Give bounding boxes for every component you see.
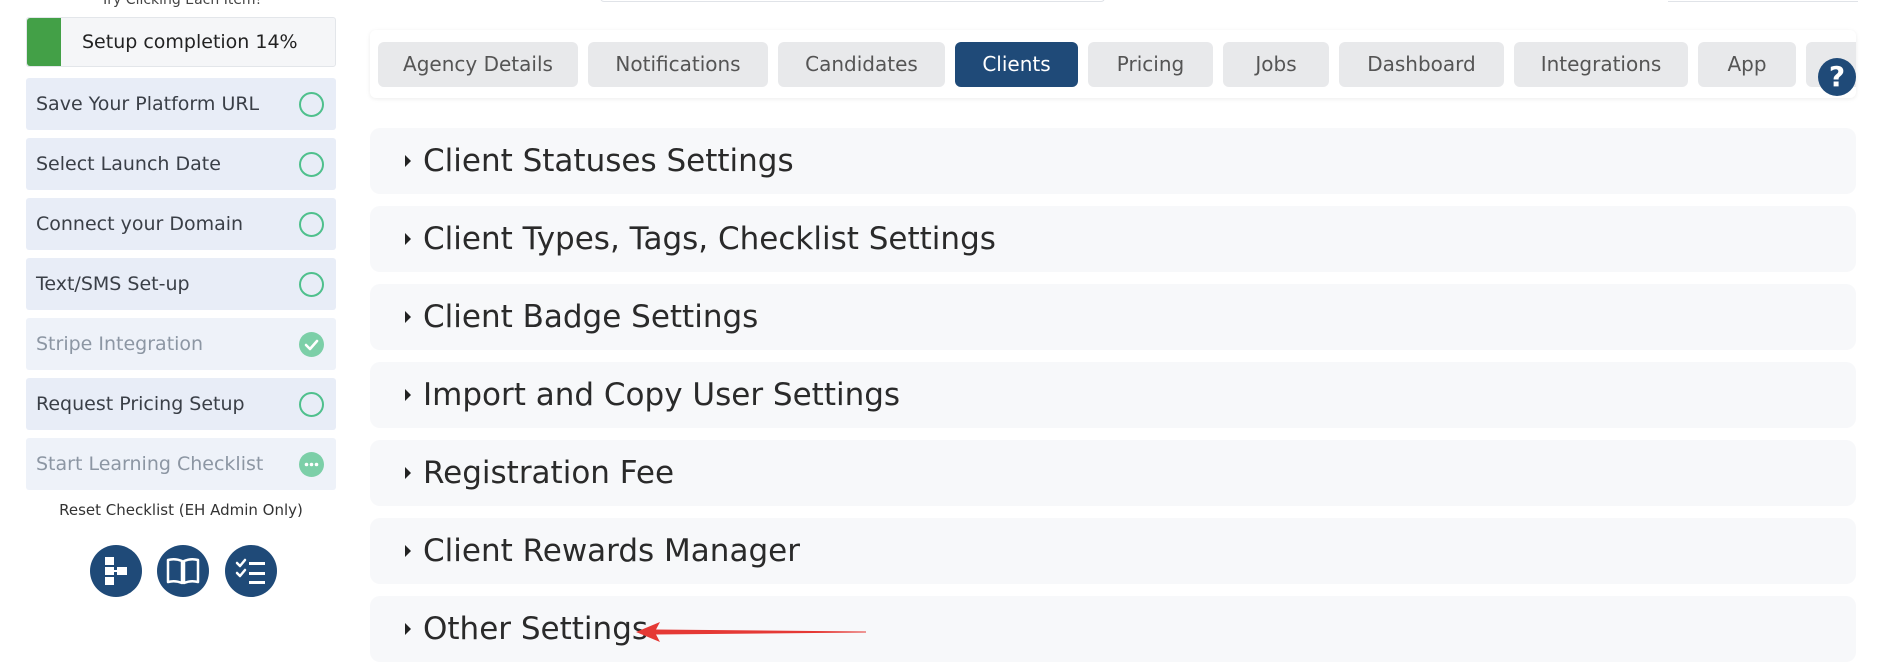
tab-notifications[interactable]: Notifications: [588, 42, 768, 87]
open-circle-icon: [299, 212, 324, 237]
sitemap-button[interactable]: [90, 545, 142, 597]
checklist-item-launch-date[interactable]: Select Launch Date: [26, 138, 336, 190]
checklist-item-platform-url[interactable]: Save Your Platform URL: [26, 78, 336, 130]
checklist-hint: Try Clicking Each Item!: [100, 0, 262, 8]
search-bar-edge: [600, 0, 1105, 2]
checklist-icon: [235, 558, 265, 584]
tab-integrations[interactable]: Integrations: [1514, 42, 1688, 87]
caret-right-icon: [405, 155, 411, 167]
caret-right-icon: [405, 233, 411, 245]
checklist-item-label: Text/SMS Set-up: [36, 273, 190, 295]
checklist-item-label: Connect your Domain: [36, 213, 244, 235]
checklist-button[interactable]: [225, 545, 277, 597]
settings-tab-bar: Agency Details Notifications Candidates …: [370, 30, 1856, 98]
check-circle-icon: [299, 332, 324, 357]
open-circle-icon: [299, 272, 324, 297]
learning-book-button[interactable]: [157, 545, 209, 597]
section-client-badge[interactable]: Client Badge Settings: [370, 284, 1856, 350]
checklist-item-label: Start Learning Checklist: [36, 453, 264, 475]
caret-right-icon: [405, 623, 411, 635]
tab-candidates[interactable]: Candidates: [778, 42, 945, 87]
tab-clients[interactable]: Clients: [955, 42, 1078, 87]
checklist-item-pricing[interactable]: Request Pricing Setup: [26, 378, 336, 430]
checklist-item-label: Select Launch Date: [36, 153, 221, 175]
tab-pricing[interactable]: Pricing: [1088, 42, 1213, 87]
checklist-item-sms[interactable]: Text/SMS Set-up: [26, 258, 336, 310]
section-import-copy[interactable]: Import and Copy User Settings: [370, 362, 1856, 428]
annotation-arrow-icon: [636, 622, 866, 642]
caret-right-icon: [405, 389, 411, 401]
section-title: Client Types, Tags, Checklist Settings: [423, 221, 996, 257]
reset-checklist-link[interactable]: Reset Checklist (EH Admin Only): [26, 501, 336, 519]
setup-progress-bar: Setup completion 14%: [26, 17, 336, 67]
tab-agency-details[interactable]: Agency Details: [378, 42, 578, 87]
checklist-item-stripe[interactable]: Stripe Integration: [26, 318, 336, 370]
section-other-settings[interactable]: Other Settings: [370, 596, 1856, 662]
checklist-item-label: Save Your Platform URL: [36, 93, 260, 115]
section-title: Other Settings: [423, 611, 649, 647]
section-client-types-tags[interactable]: Client Types, Tags, Checklist Settings: [370, 206, 1856, 272]
checklist-item-domain[interactable]: Connect your Domain: [26, 198, 336, 250]
section-title: Import and Copy User Settings: [423, 377, 901, 413]
open-circle-icon: [299, 392, 324, 417]
section-title: Client Badge Settings: [423, 299, 759, 335]
caret-right-icon: [405, 545, 411, 557]
help-button[interactable]: ?: [1818, 58, 1856, 96]
checklist-item-label: Request Pricing Setup: [36, 393, 245, 415]
progress-fill: [27, 18, 61, 66]
section-title: Client Statuses Settings: [423, 143, 794, 179]
open-circle-icon: [299, 92, 324, 117]
tab-jobs[interactable]: Jobs: [1223, 42, 1329, 87]
section-registration-fee[interactable]: Registration Fee: [370, 440, 1856, 506]
book-open-icon: [166, 557, 200, 585]
tab-dashboard[interactable]: Dashboard: [1339, 42, 1504, 87]
checklist-item-learning[interactable]: Start Learning Checklist: [26, 438, 336, 490]
caret-right-icon: [405, 311, 411, 323]
sitemap-icon: [105, 557, 127, 585]
open-circle-icon: [299, 152, 324, 177]
setup-checklist-sidebar: Try Clicking Each Item! Setup completion…: [0, 0, 365, 671]
checklist-item-label: Stripe Integration: [36, 333, 204, 355]
ellipsis-circle-icon: [299, 452, 324, 477]
progress-label: Setup completion 14%: [82, 31, 298, 53]
caret-right-icon: [405, 467, 411, 479]
section-client-rewards[interactable]: Client Rewards Manager: [370, 518, 1856, 584]
tab-app[interactable]: App: [1698, 42, 1796, 87]
section-client-statuses[interactable]: Client Statuses Settings: [370, 128, 1856, 194]
section-title: Client Rewards Manager: [423, 533, 800, 569]
header-control-edge: [1668, 0, 1858, 2]
section-title: Registration Fee: [423, 455, 675, 491]
